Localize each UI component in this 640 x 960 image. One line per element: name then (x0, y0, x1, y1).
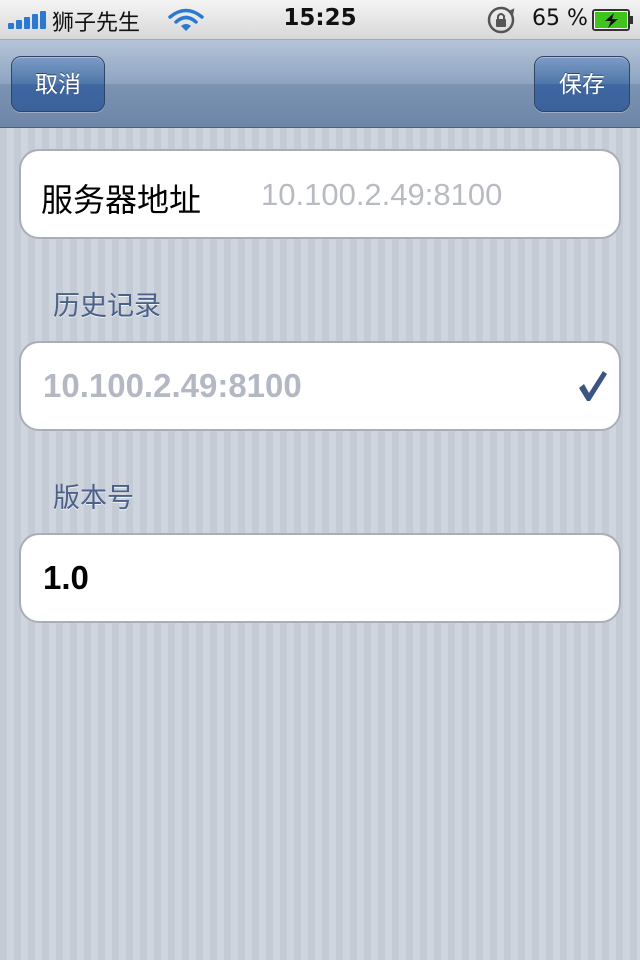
carrier-name: 狮子先生 (52, 11, 141, 36)
server-address-cell[interactable]: 服务器地址 (19, 149, 621, 239)
checkmark-icon (579, 371, 607, 401)
battery-percent: 65 % (532, 6, 588, 31)
version-value: 1.0 (43, 559, 89, 596)
server-address-label: 服务器地址 (41, 181, 202, 219)
status-bar: 狮子先生 15:25 65 % (0, 0, 640, 40)
history-item[interactable]: 10.100.2.49:8100 (19, 341, 621, 431)
cancel-button[interactable]: 取消 (11, 56, 105, 112)
history-item-value: 10.100.2.49:8100 (43, 367, 302, 404)
status-time: 15:25 (283, 5, 357, 31)
battery-charging-icon (592, 9, 633, 31)
history-section-header: 历史记录 (53, 291, 161, 322)
rotation-lock-icon (487, 6, 515, 34)
version-section-header: 版本号 (53, 483, 134, 514)
save-button[interactable]: 保存 (534, 56, 630, 112)
signal-bars-icon (8, 11, 48, 29)
navigation-bar: 取消 保存 (0, 40, 640, 128)
server-address-input[interactable] (261, 167, 601, 223)
version-cell: 1.0 (19, 533, 621, 623)
wifi-icon (168, 8, 204, 31)
